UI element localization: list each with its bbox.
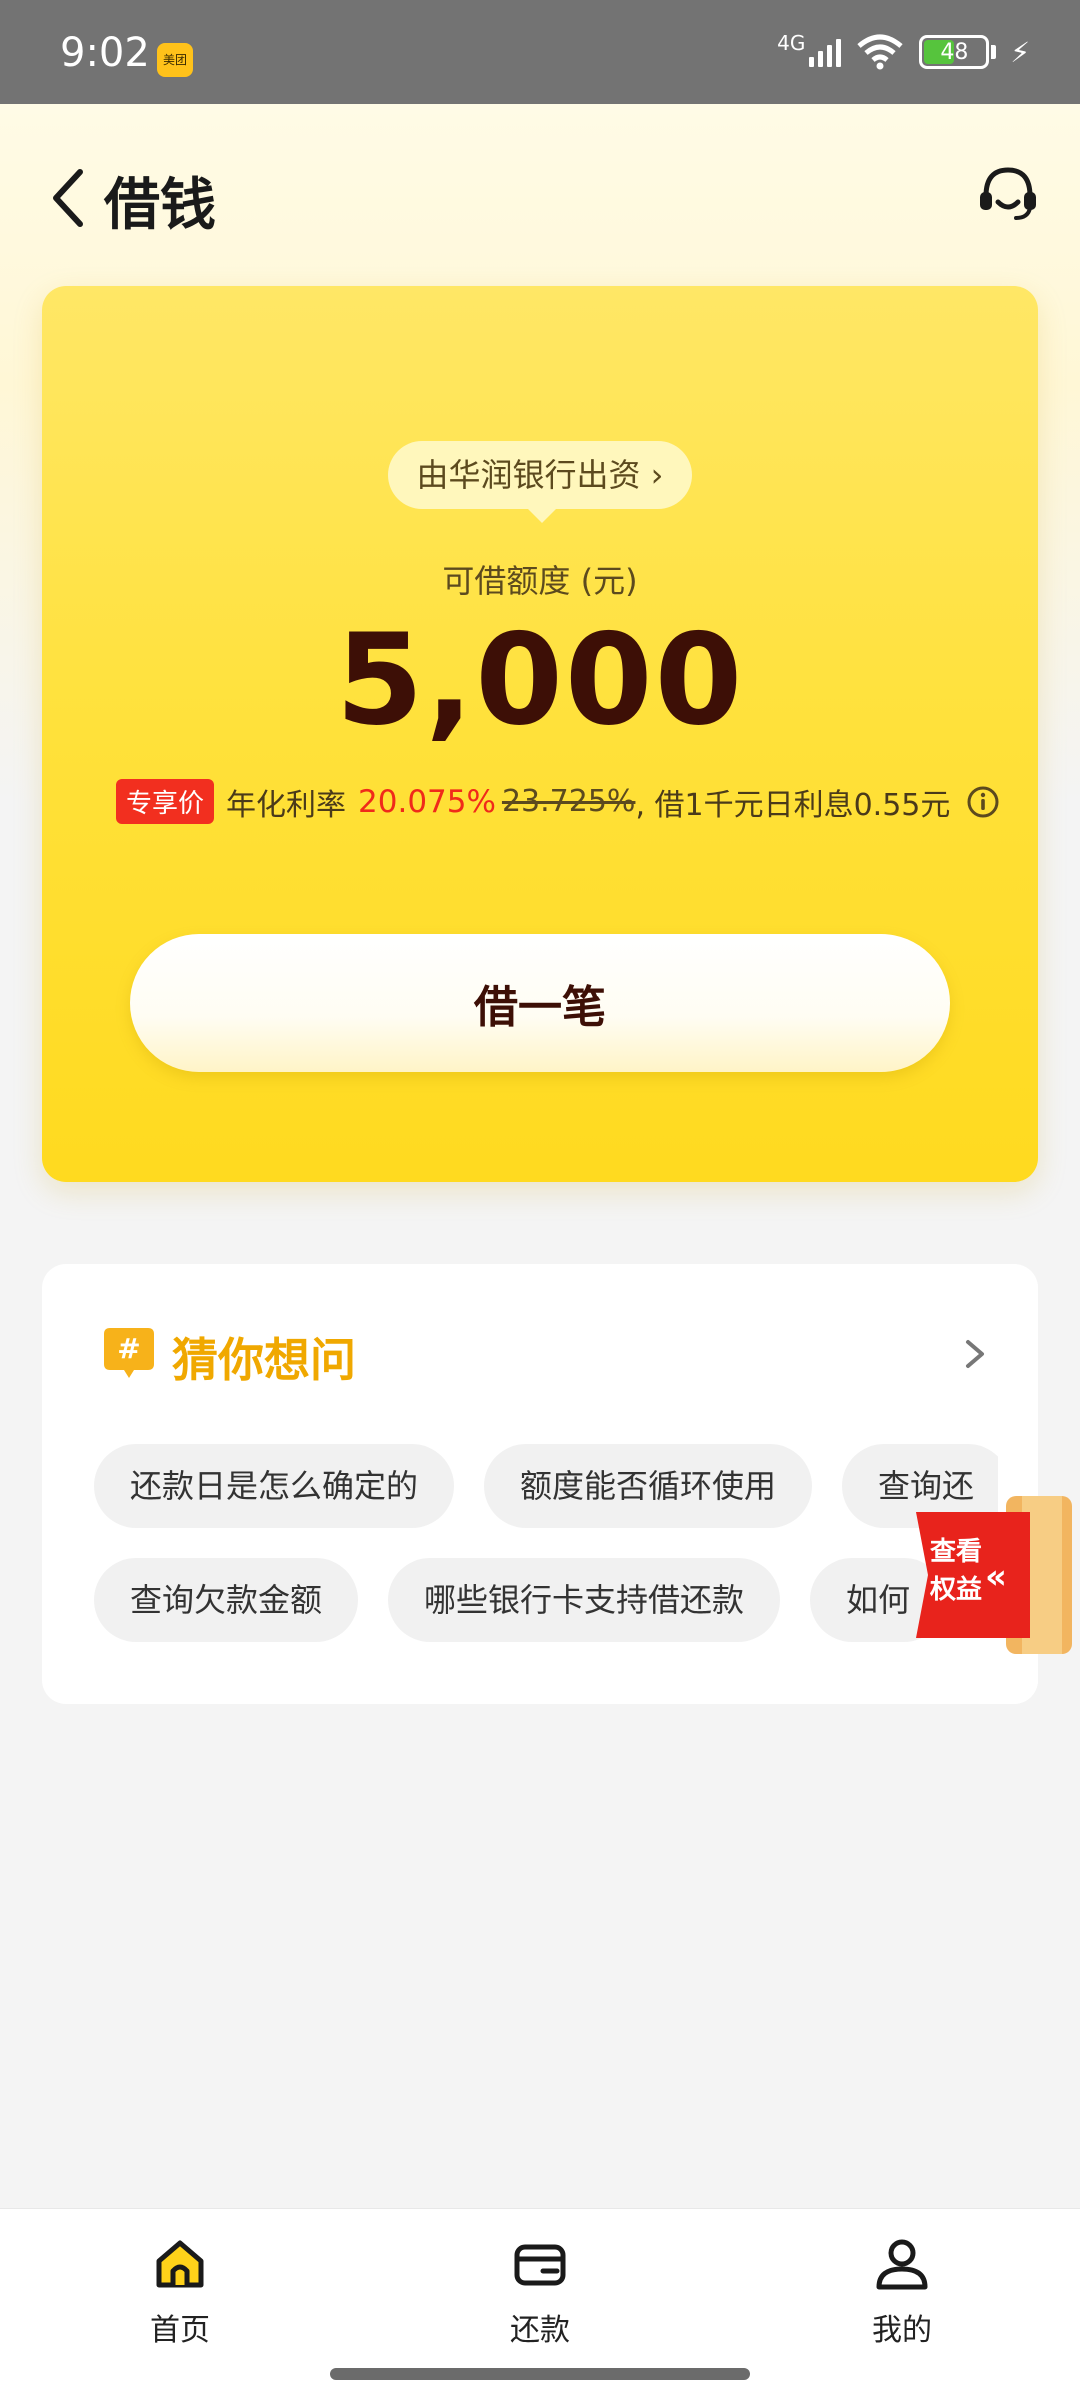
status-bar: 9:02 美团 4G 48 ⚡ bbox=[0, 0, 1080, 104]
exclusive-price-badge: 专享价 bbox=[116, 779, 215, 824]
annual-rate-label: 年化利率 bbox=[226, 787, 347, 823]
nav-item-repay[interactable]: 还款 bbox=[460, 2235, 620, 2349]
wallet-icon bbox=[514, 2244, 566, 2286]
quota-amount: 5,000 bbox=[335, 606, 745, 753]
battery-icon: 48 bbox=[919, 35, 990, 69]
user-icon bbox=[876, 2239, 928, 2290]
signal-icon bbox=[809, 37, 842, 67]
benefits-float-button[interactable]: 查看 权益 « bbox=[912, 1496, 1080, 1654]
nav-label-home: 首页 bbox=[150, 2313, 210, 2348]
nav-header: 借钱 bbox=[0, 104, 1080, 284]
faq-title: 猜你想问 bbox=[172, 1333, 356, 1387]
benefits-label-2: 权益 bbox=[929, 1575, 982, 1605]
faq-chip[interactable]: 哪些银行卡支持借还款 bbox=[388, 1558, 781, 1642]
faq-chip[interactable]: 额度能否循环使用 bbox=[484, 1444, 813, 1528]
double-chevron-left-icon: « bbox=[985, 1557, 1007, 1597]
info-icon[interactable] bbox=[966, 785, 1000, 819]
faq-chip[interactable]: 还款日是怎么确定的 bbox=[94, 1444, 455, 1528]
faq-card: # 猜你想问 还款日是怎么确定的 额度能否循环使用 查询还 查询欠款金额 哪些银… bbox=[42, 1264, 1038, 1704]
status-time: 9:02 bbox=[60, 30, 150, 76]
nav-item-mine[interactable]: 我的 bbox=[822, 2235, 982, 2349]
nav-label-repay: 还款 bbox=[510, 2313, 570, 2348]
customer-service-icon[interactable] bbox=[972, 158, 1044, 230]
chevron-right-icon[interactable] bbox=[960, 1334, 990, 1374]
funder-pill[interactable]: 由华润银行出资 › bbox=[388, 441, 692, 523]
nav-item-home[interactable]: 首页 bbox=[100, 2235, 260, 2349]
charging-icon: ⚡ bbox=[1010, 35, 1030, 69]
battery-level: 48 bbox=[940, 39, 969, 65]
page-title: 借钱 bbox=[104, 173, 216, 238]
faq-chip[interactable]: 查询欠款金额 bbox=[94, 1558, 359, 1642]
meituan-app-icon: 美团 bbox=[157, 43, 193, 77]
home-indicator[interactable] bbox=[330, 2368, 750, 2380]
back-arrow-icon[interactable] bbox=[44, 158, 94, 238]
rate-row: 专享价 年化利率 20.075% 23.725% , 借1千元日利息0.55元 bbox=[116, 779, 1000, 824]
nav-label-mine: 我的 bbox=[872, 2313, 932, 2348]
original-rate: 23.725% bbox=[501, 784, 636, 819]
current-rate: 20.075% bbox=[358, 783, 496, 820]
svg-text:#: # bbox=[117, 1332, 140, 1365]
hashtag-icon: # bbox=[104, 1328, 154, 1378]
home-icon bbox=[156, 2240, 204, 2288]
benefits-label-1: 查看 bbox=[930, 1537, 982, 1567]
network-type-label: 4G bbox=[777, 31, 806, 55]
faq-chip-row-2: 查询欠款金额 哪些银行卡支持借还款 如何 bbox=[94, 1558, 947, 1642]
faq-chip-row-1: 还款日是怎么确定的 额度能否循环使用 查询还 bbox=[94, 1444, 1011, 1528]
battery-cap bbox=[991, 45, 997, 59]
daily-interest-note: , 借1千元日利息0.55元 bbox=[635, 787, 951, 823]
wifi-icon bbox=[857, 34, 903, 70]
borrow-button[interactable]: 借一笔 bbox=[130, 934, 950, 1072]
status-indicators: 4G 48 ⚡ bbox=[777, 31, 1030, 70]
quota-label: 可借额度 (元) bbox=[442, 562, 638, 600]
loan-card: 由华润银行出资 › 可借额度 (元) 5,000 专享价 年化利率 20.075… bbox=[42, 286, 1038, 1182]
